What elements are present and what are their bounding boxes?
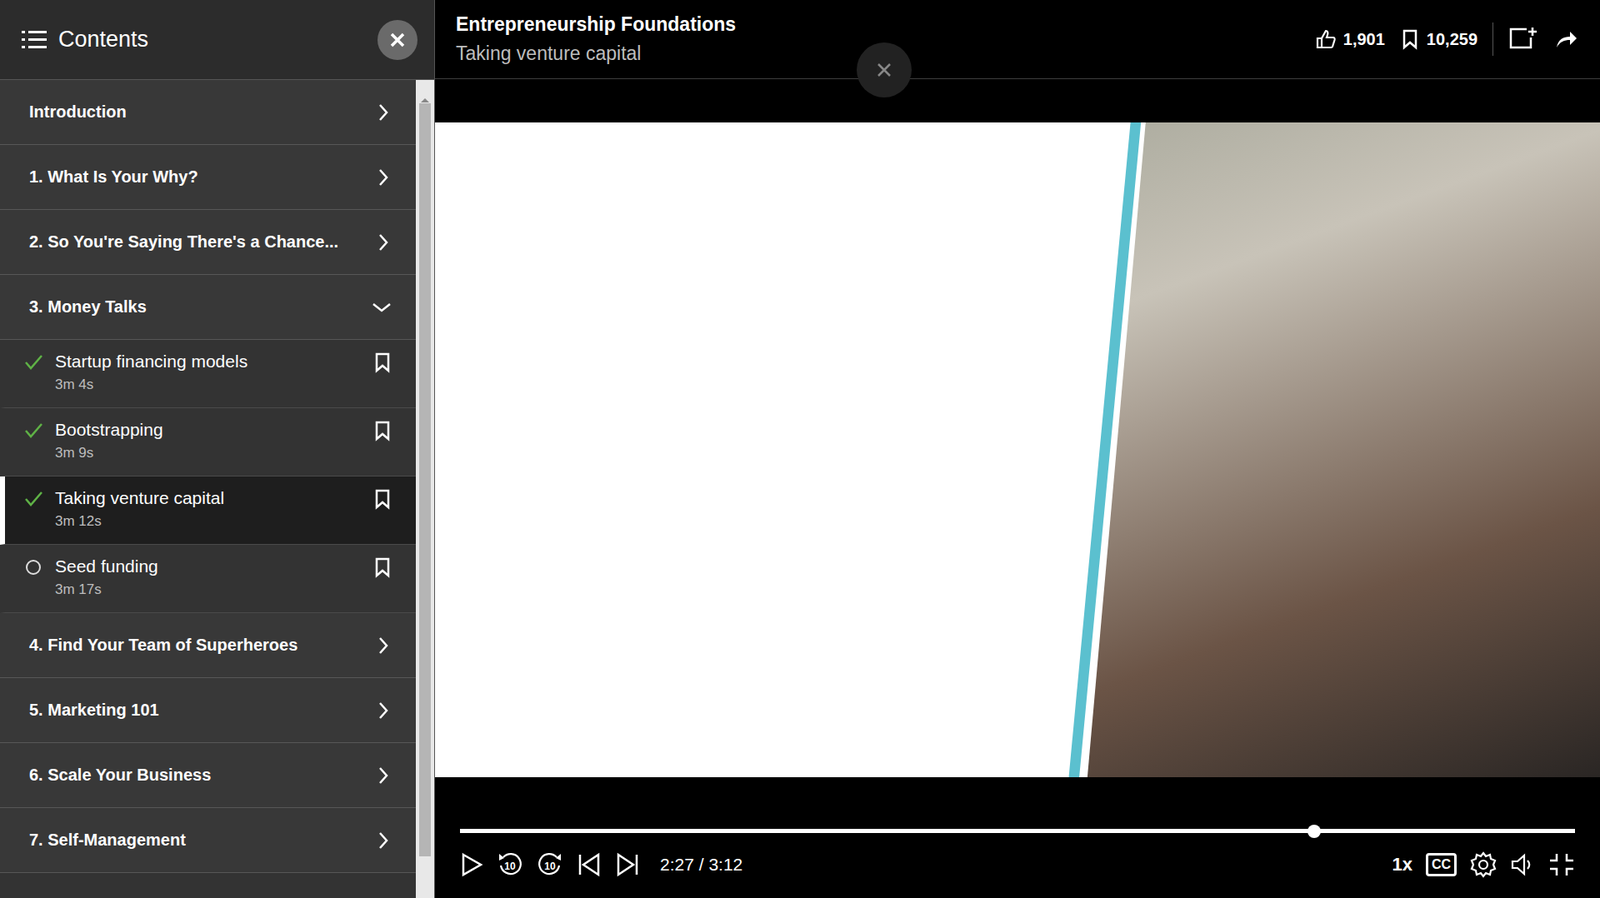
lesson-duration: 3m 12s: [55, 513, 361, 530]
close-icon: [387, 30, 408, 50]
section-row[interactable]: 2. So You're Saying There's a Chance...: [0, 210, 416, 275]
scroll-thumb[interactable]: [419, 103, 431, 857]
check-icon: [23, 489, 44, 510]
volume-icon[interactable]: [1510, 852, 1535, 878]
video-frame[interactable]: [435, 122, 1600, 778]
section-row[interactable]: Introduction: [0, 80, 416, 145]
lesson-title: Startup financing models: [55, 351, 361, 372]
lesson-text: Seed funding 3m 17s: [55, 556, 361, 599]
sidebar-title: Contents: [58, 26, 366, 53]
sidebar-header: Contents: [0, 0, 435, 80]
lesson-row[interactable]: Seed funding 3m 17s: [0, 545, 416, 614]
separator: [1492, 22, 1494, 56]
lesson-text: Taking venture capital 3m 12s: [55, 488, 361, 530]
course-title: Entrepreneurship Foundations: [455, 13, 1300, 36]
play-icon[interactable]: [460, 852, 484, 878]
section-label: Introduction: [29, 102, 366, 122]
progress-track[interactable]: [460, 829, 1575, 834]
list-icon: [21, 29, 47, 51]
chevron-right-icon: [374, 635, 393, 657]
progress-knob[interactable]: [1307, 825, 1321, 839]
section-row[interactable]: 3. Money Talks: [0, 275, 416, 340]
section-list: Introduction 1. What Is Your Why? 2. So Yo…: [0, 80, 416, 898]
incomplete-circle-icon: [23, 557, 44, 578]
captions-button[interactable]: CC: [1425, 853, 1457, 877]
bookmark-icon[interactable]: [372, 488, 393, 510]
lesson-title: Bootstrapping: [55, 420, 361, 440]
lesson-duration: 3m 9s: [55, 445, 361, 462]
section-label: 5. Marketing 101: [29, 700, 366, 720]
chevron-right-icon: [374, 231, 393, 254]
exit-fullscreen-icon[interactable]: [1548, 852, 1575, 878]
rewind-10-icon[interactable]: 10: [496, 851, 524, 879]
chevron-right-icon: [374, 765, 393, 787]
skip-label: 10: [544, 860, 556, 873]
contents-sidebar: Contents Introduction 1. What Is Your Why?…: [0, 0, 435, 898]
bookmark-icon[interactable]: [372, 420, 393, 442]
overlay-close-button[interactable]: [856, 42, 912, 98]
section-row[interactable]: 5. Marketing 101: [0, 678, 416, 744]
bookmark-icon[interactable]: [372, 556, 393, 579]
chevron-right-icon: [374, 101, 393, 124]
control-row: 10 10 2:27 / 3:12 1x CC: [460, 851, 1575, 879]
next-icon[interactable]: [615, 852, 640, 878]
share-icon[interactable]: [1553, 27, 1579, 51]
previous-icon[interactable]: [576, 852, 602, 878]
bookmark-icon: [1400, 28, 1420, 50]
gear-icon[interactable]: [1470, 851, 1497, 879]
section-label: 2. So You're Saying There's a Chance...: [29, 232, 366, 252]
thumbs-up-icon: [1315, 28, 1337, 50]
scroll-up-icon: [419, 96, 431, 104]
section-label: 4. Find Your Team of Superheroes: [29, 635, 366, 655]
section-label: 1. What Is Your Why?: [29, 167, 366, 187]
chevron-right-icon: [374, 700, 393, 722]
player-area: Entrepreneurship FoundationsTaking ventu…: [435, 0, 1600, 898]
lesson-duration: 3m 17s: [55, 581, 361, 599]
lesson-text: Startup financing models 3m 4s: [55, 351, 361, 394]
forward-10-icon[interactable]: 10: [536, 851, 564, 879]
save-button[interactable]: 10,259: [1400, 28, 1478, 50]
section-row[interactable]: 1. What Is Your Why?: [0, 145, 416, 210]
lesson-text: Bootstrapping 3m 9s: [55, 420, 361, 462]
bookmark-icon[interactable]: [372, 351, 393, 374]
lesson-row[interactable]: Bootstrapping 3m 9s: [0, 408, 416, 477]
add-to-collection-icon[interactable]: [1508, 25, 1539, 53]
section-label: 6. Scale Your Business: [29, 765, 366, 785]
save-count: 10,259: [1426, 30, 1478, 50]
progress-fill: [460, 829, 1315, 834]
chevron-right-icon: [374, 166, 393, 189]
chevron-right-icon: [374, 830, 393, 852]
sidebar-scrollbar[interactable]: [415, 80, 435, 898]
section-row[interactable]: 6. Scale Your Business: [0, 743, 416, 809]
close-icon: [874, 60, 895, 80]
like-count: 1,901: [1343, 30, 1385, 50]
section-label: 3. Money Talks: [29, 297, 363, 317]
lesson-title: Seed funding: [55, 556, 361, 577]
section-row[interactable]: 4. Find Your Team of Superheroes: [0, 613, 416, 679]
time-display: 2:27 / 3:12: [660, 855, 743, 875]
speed-button[interactable]: 1x: [1391, 854, 1412, 876]
section-label: 7. Self-Management: [29, 830, 366, 850]
lesson-row[interactable]: Taking venture capital 3m 12s: [0, 476, 416, 545]
lesson-duration: 3m 4s: [55, 376, 361, 394]
video-photo: [435, 122, 1600, 778]
chevron-down-icon: [370, 296, 393, 319]
lesson-title: Taking venture capital: [55, 488, 361, 509]
lesson-row[interactable]: Startup financing models 3m 4s: [0, 340, 416, 409]
like-button[interactable]: 1,901: [1315, 28, 1385, 50]
title-bar: Entrepreneurship FoundationsTaking ventu…: [435, 0, 1600, 80]
video-wrap: [435, 79, 1600, 778]
check-icon: [23, 420, 44, 441]
section-row[interactable]: 7. Self-Management: [0, 808, 416, 874]
player-controls: 10 10 2:27 / 3:12 1x CC: [435, 777, 1600, 898]
close-sidebar-button[interactable]: [377, 20, 418, 60]
skip-label: 10: [504, 860, 516, 873]
sidebar-body: Introduction 1. What Is Your Why? 2. So Yo…: [0, 80, 435, 898]
check-icon: [23, 352, 44, 373]
